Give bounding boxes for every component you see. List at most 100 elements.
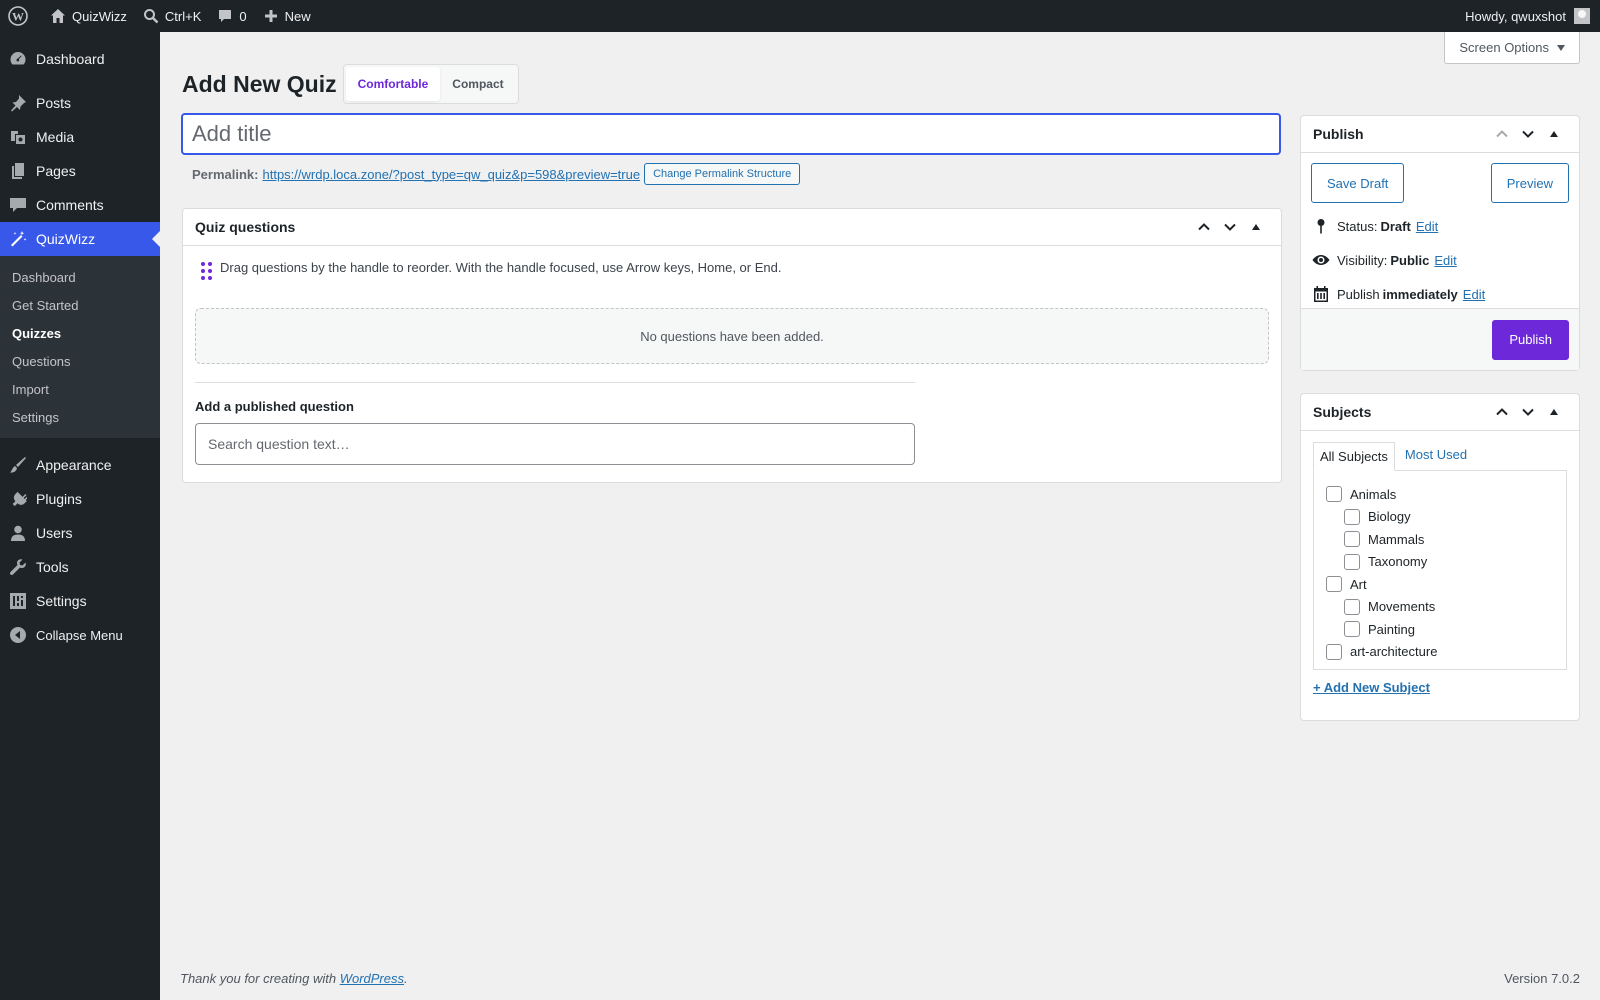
toggle-panel-icon[interactable] [1541,399,1567,425]
menu-users[interactable]: Users [0,516,160,550]
add-question-label: Add a published question [195,399,354,414]
add-new-subject-link[interactable]: + Add New Subject [1313,680,1579,695]
admin-sidebar: Dashboard Posts Media Pages Comments Qui… [0,32,160,1000]
menu-appearance-label: Appearance [36,457,112,473]
menu-settings[interactable]: Settings [0,584,160,618]
menu-media[interactable]: Media [0,120,160,154]
submenu-import[interactable]: Import [0,375,160,403]
menu-posts[interactable]: Posts [0,86,160,120]
submenu-get-started[interactable]: Get Started [0,291,160,319]
subject-item[interactable]: Mammals [1326,528,1554,551]
density-compact-button[interactable]: Compact [440,67,515,101]
menu-comments[interactable]: Comments [0,188,160,222]
submenu-quizzes[interactable]: Quizzes [0,319,160,347]
subject-item[interactable]: Movements [1326,596,1554,619]
subject-checkbox[interactable] [1326,576,1342,593]
subject-item[interactable]: art-architecture [1326,641,1554,664]
comment-bubble-icon [219,10,232,22]
divider [195,382,915,383]
toggle-panel-icon[interactable] [1243,214,1269,240]
drag-hint-text: Drag questions by the handle to reorder.… [220,260,782,275]
move-down-chevron-icon[interactable] [1217,214,1243,240]
edit-status-link[interactable]: Edit [1416,219,1438,234]
publish-button[interactable]: Publish [1492,319,1569,360]
dashboard-gauge-icon [8,49,28,69]
subject-checkbox[interactable] [1326,643,1342,660]
move-down-chevron-icon[interactable] [1515,399,1541,425]
footer-thanks-prefix: Thank you for creating with [180,971,340,986]
users-icon [8,523,28,543]
subject-checkbox[interactable] [1344,531,1360,548]
edit-visibility-link[interactable]: Edit [1434,253,1456,268]
menu-dashboard-label: Dashboard [36,51,105,67]
subject-checkbox[interactable] [1326,486,1342,503]
subject-label: Mammals [1368,531,1425,547]
tab-most-used[interactable]: Most Used [1399,441,1473,470]
command-palette-button[interactable]: Ctrl+K [135,0,209,32]
comments-link[interactable]: 0 [209,0,254,32]
subject-checkbox[interactable] [1344,508,1360,525]
move-up-chevron-icon[interactable] [1191,214,1217,240]
admin-bar: W QuizWizz Ctrl+K 0 New Howdy, qwuxshot [0,0,1600,32]
screen-options-button[interactable]: Screen Options [1444,32,1580,64]
wrench-icon [8,557,28,577]
drag-hint: Drag questions by the handle to reorder.… [183,246,1281,294]
quiz-questions-box: Quiz questions Drag questions by the han… [182,208,1282,483]
subject-item[interactable]: Painting [1326,618,1554,641]
subject-checkbox[interactable] [1344,621,1360,638]
home-icon [51,9,65,23]
subject-item[interactable]: Art [1326,573,1554,596]
comments-icon [8,195,28,215]
quiz-questions-heading: Quiz questions [195,219,296,235]
site-name-link[interactable]: QuizWizz [42,0,135,32]
subject-label: Art [1350,576,1367,592]
preview-button[interactable]: Preview [1490,163,1569,203]
density-comfortable-button[interactable]: Comfortable [345,67,441,101]
menu-pages[interactable]: Pages [0,154,160,188]
footer-thanks-suffix: . [404,971,408,986]
move-up-chevron-icon[interactable] [1489,121,1515,147]
subject-checkbox[interactable] [1344,598,1360,615]
menu-tools[interactable]: Tools [0,550,160,584]
quizwizz-submenu: Dashboard Get Started Quizzes Questions … [0,256,160,438]
tab-all-subjects[interactable]: All Subjects [1313,442,1395,471]
search-question-input[interactable] [195,423,915,465]
subject-checkbox[interactable] [1344,553,1360,570]
visibility-label: Visibility: [1337,252,1388,268]
search-shortcut-label: Ctrl+K [164,8,202,24]
toggle-panel-icon[interactable] [1541,121,1567,147]
wordpress-logo-icon[interactable]: W [0,0,42,32]
media-icon [8,127,28,147]
move-down-chevron-icon[interactable] [1515,121,1541,147]
subject-label: Painting [1368,621,1415,637]
menu-quizwizz[interactable]: QuizWizz [0,222,160,256]
menu-appearance[interactable]: Appearance [0,448,160,482]
subjects-checklist[interactable]: Animals Biology Mammals Taxonomy Art Movement… [1313,470,1567,670]
status-value: Draft [1380,218,1411,234]
subject-item[interactable]: Animals [1326,483,1554,506]
status-row: Status: Draft Edit [1301,209,1579,243]
density-toggle: Comfortable Compact [342,64,519,104]
save-draft-button[interactable]: Save Draft [1311,163,1405,203]
submenu-dashboard[interactable]: Dashboard [0,263,160,291]
submenu-questions[interactable]: Questions [0,347,160,375]
subject-item[interactable]: Taxonomy [1326,551,1554,574]
subject-label: Movements [1368,599,1436,615]
menu-quizwizz-label: QuizWizz [36,231,96,247]
submenu-settings[interactable]: Settings [0,403,160,431]
change-permalink-button[interactable]: Change Permalink Structure [644,163,801,185]
title-input[interactable] [181,113,1281,155]
wordpress-link[interactable]: WordPress [340,971,404,986]
menu-comments-label: Comments [36,197,104,213]
quiz-questions-header: Quiz questions [183,209,1281,246]
screen-options-label: Screen Options [1459,40,1549,55]
collapse-menu-button[interactable]: Collapse Menu [0,618,160,652]
my-account-menu[interactable]: Howdy, qwuxshot [1465,8,1600,24]
edit-schedule-link[interactable]: Edit [1463,287,1485,302]
menu-dashboard[interactable]: Dashboard [0,42,160,76]
new-content-menu[interactable]: New [255,0,319,32]
subject-item[interactable]: Biology [1326,506,1554,529]
move-up-chevron-icon[interactable] [1489,399,1515,425]
menu-plugins[interactable]: Plugins [0,482,160,516]
permalink-url-link[interactable]: https://wrdp.loca.zone/?post_type=qw_qui… [262,167,640,182]
